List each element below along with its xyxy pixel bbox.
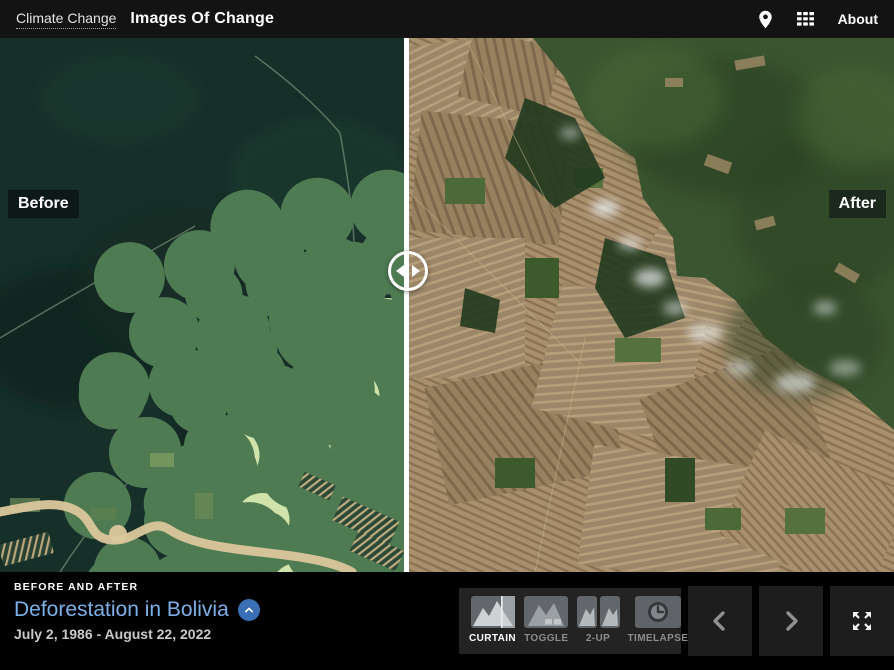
chevron-left-icon [710,610,730,632]
left-right-arrows-icon [395,264,421,278]
before-image[interactable] [0,38,405,572]
page-title: Images Of Change [130,10,274,28]
view-mode-panel: CURTAIN TOGGLE 2-UP [459,588,681,654]
breadcrumb-climate-change[interactable]: Climate Change [16,10,116,29]
fullscreen-expand-icon [849,608,875,634]
fullscreen-button[interactable] [830,586,894,656]
mode-label-curtain: CURTAIN [469,633,516,644]
story-date-range: July 2, 1986 - August 22, 2022 [14,626,260,642]
top-bar: Climate Change Images Of Change About [0,0,894,38]
mode-label-timelapse: TIMELAPSE [628,633,689,644]
after-image[interactable] [405,38,894,572]
curtain-divider[interactable] [404,38,409,572]
story-kicker: BEFORE AND AFTER [14,581,260,593]
chevron-right-icon [781,610,801,632]
story-title[interactable]: Deforestation in Bolivia [14,598,229,622]
collapse-panel-button[interactable] [238,599,260,621]
after-label: After [829,190,886,218]
chevron-up-icon [242,603,256,617]
bottom-bar: BEFORE AND AFTER Deforestation in Bolivi… [0,572,894,670]
apps-grid-icon[interactable] [797,12,814,26]
after-satellite-graphic [405,38,894,572]
about-link[interactable]: About [838,11,878,27]
top-bar-actions: About [758,10,878,29]
comparison-viewer: Before After [0,38,894,572]
location-pin-icon[interactable] [758,10,773,29]
mode-button-2up[interactable]: 2-UP [577,596,620,644]
story-meta: BEFORE AND AFTER Deforestation in Bolivi… [14,581,260,642]
toggle-mode-icon [524,596,568,628]
previous-story-button[interactable] [688,586,752,656]
before-label: Before [8,190,79,218]
mode-button-toggle[interactable]: TOGGLE [524,596,568,644]
before-satellite-graphic [0,38,405,572]
mode-label-toggle: TOGGLE [524,633,568,644]
mode-button-timelapse[interactable]: TIMELAPSE [628,596,689,644]
mode-label-2up: 2-UP [586,633,610,644]
images-of-change-app: Climate Change Images Of Change About [0,0,894,670]
timelapse-mode-icon [635,596,681,628]
curtain-mode-icon [471,596,515,628]
mode-button-curtain[interactable]: CURTAIN [469,596,516,644]
next-story-button[interactable] [759,586,823,656]
two-up-mode-icon [577,596,620,628]
curtain-slider-handle[interactable] [388,251,428,291]
navigation-controls [688,586,894,656]
